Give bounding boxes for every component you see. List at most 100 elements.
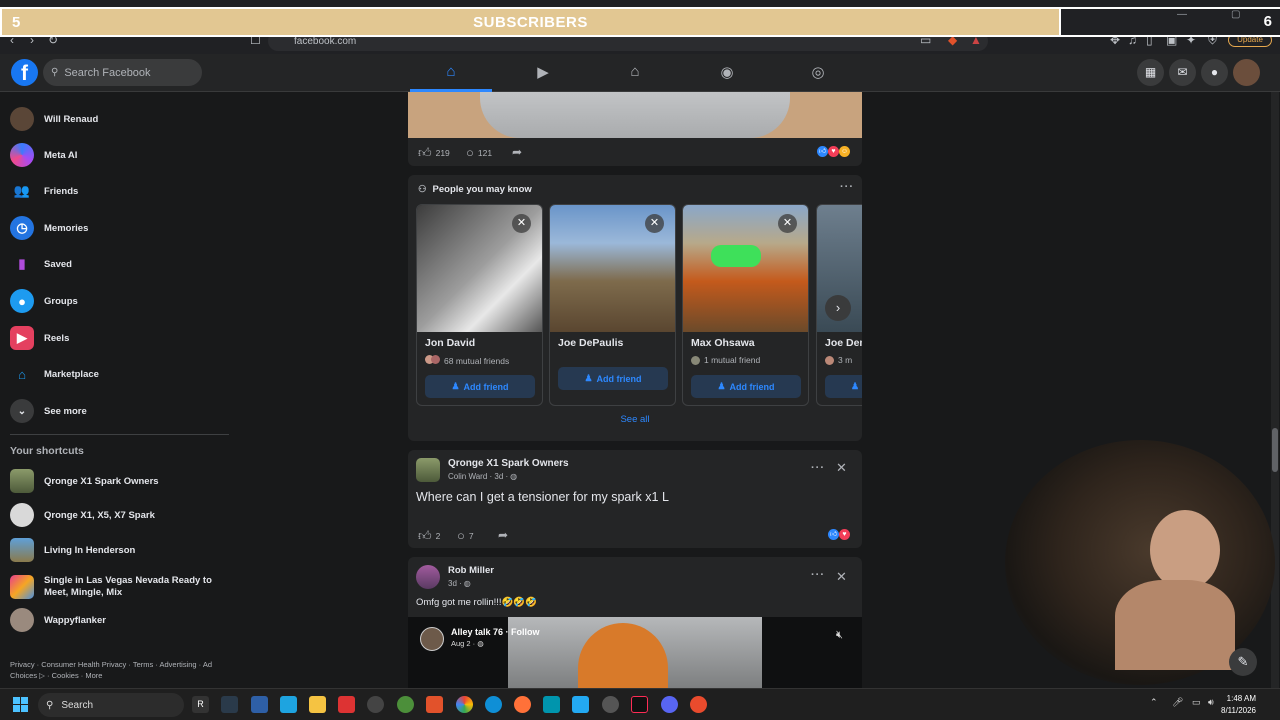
app-icon[interactable]: R [192,696,209,713]
shared-author-avatar[interactable] [420,627,444,651]
app-icon[interactable] [221,696,238,713]
microphone-icon[interactable]: 🎤︎ [1172,697,1183,708]
facebook-logo-icon[interactable]: f [11,59,38,86]
menu-grid-icon[interactable]: ▦ [1137,59,1164,86]
close-icon[interactable]: ✕ [645,214,664,233]
pymk-person-card[interactable]: ✕ Joe DePaulis ♟ Add friend [549,204,676,406]
post-author-name[interactable]: Rob Miller [448,565,494,576]
shared-meta-text: Aug 2 · [451,639,476,648]
taskbar-search[interactable]: ⚲ Search [38,693,184,717]
mute-icon[interactable]: 🔇︎ [836,629,843,642]
facebook-header: f ⚲ Search Facebook ⌂ ▶ ⌂ ◉ ◎ ▦ ✉ ● [0,54,1280,92]
app-icon[interactable] [690,696,707,713]
groups-icon[interactable]: ◉ [717,63,737,83]
windows-start-icon[interactable] [13,697,28,712]
post-group-name[interactable]: Qronge X1 Spark Owners [448,458,569,469]
shortcut-label: Wappyflanker [44,614,106,626]
add-friend-icon: ♟ [850,381,860,391]
close-icon[interactable]: ✕ [836,569,847,585]
comment-button[interactable]: ○ 7 [457,528,474,543]
tiktok-icon[interactable] [631,696,648,713]
video-icon[interactable]: ▶ [533,63,553,83]
app-icon[interactable] [251,696,268,713]
more-options-icon[interactable]: ··· [811,569,825,581]
pymk-person-card[interactable]: ✕ Max Ohsawa 1 mutual friend ♟ Add friend [682,204,809,406]
app-icon[interactable] [602,696,619,713]
tray-chevron-icon[interactable]: ⌃ [1150,697,1158,708]
pymk-person-card[interactable]: › Joe Den 3 m ♟ [816,204,862,406]
messenger-icon[interactable]: ✉ [1169,59,1196,86]
app-icon[interactable] [367,696,384,713]
shortcut-item[interactable]: Qronge X1, X5, X7 Spark [10,501,155,529]
share-icon[interactable]: ➦ [498,528,508,542]
add-friend-button[interactable]: ♟ Add friend [558,367,668,390]
vscode-icon[interactable] [572,696,589,713]
close-icon[interactable]: ✕ [778,214,797,233]
shop-icon: ⌂ [18,366,26,382]
reactions[interactable]: 👍︎ ♥ [828,529,850,540]
shortcut-item[interactable]: Qronge X1 Spark Owners [10,467,159,495]
search-input[interactable]: ⚲ Search Facebook [43,59,202,86]
maximize-icon[interactable]: ▢ [1231,9,1240,20]
sidebar-item-reels[interactable]: ▶ Reels [10,324,69,352]
video-player[interactable]: Alley talk 76 · Follow Aug 2 · ◍ 🔇︎ [408,617,862,688]
sidebar-item-saved[interactable]: ▮ Saved [10,250,72,278]
group-avatar[interactable] [416,458,440,482]
home-icon[interactable]: ⌂ [441,63,461,83]
shared-author-name[interactable]: Alley talk 76 · Follow [451,627,540,637]
person-name: Max Ohsawa [691,337,755,349]
comment-count: 7 [468,530,474,541]
notifications-icon[interactable]: ● [1201,59,1228,86]
like-button[interactable]: 👍︎ 219 [418,145,450,161]
app-icon[interactable] [338,696,355,713]
edge-icon[interactable] [485,696,502,713]
close-icon[interactable]: ✕ [512,214,531,233]
sidebar-item-groups[interactable]: ● Groups [10,287,78,315]
app-icon[interactable] [280,696,297,713]
close-icon[interactable]: ✕ [836,460,847,476]
share-icon[interactable]: ➦ [512,145,522,159]
app-icon[interactable] [543,696,560,713]
author-avatar[interactable] [416,565,440,589]
see-all-link[interactable]: See all [408,414,862,425]
shortcut-item[interactable]: Wappyflanker [10,606,106,634]
scrollbar-thumb[interactable] [1272,428,1278,472]
sidebar-item-profile[interactable]: Will Renaud [10,105,98,133]
sidebar-item-friends[interactable]: 👥 Friends [10,177,78,205]
compose-icon[interactable]: ✎ [1229,648,1257,676]
more-options-icon[interactable]: ··· [811,462,825,474]
add-friend-button[interactable]: ♟ Add friend [425,375,535,398]
file-explorer-icon[interactable] [309,696,326,713]
app-icon[interactable] [397,696,414,713]
chrome-icon[interactable] [456,696,473,713]
like-button[interactable]: 👍︎ 2 [418,528,440,544]
comment-button[interactable]: ○ 121 [466,145,492,160]
gaming-icon[interactable]: ◎ [808,63,828,83]
cap-image [578,623,668,688]
sidebar-item-memories[interactable]: ◷ Memories [10,214,88,242]
add-friend-button[interactable]: ♟ [825,375,862,398]
shortcut-item[interactable]: Living In Henderson [10,536,135,564]
pymk-person-card[interactable]: ✕ Jon David 68 mutual friends ♟ Add frien… [416,204,543,406]
comment-count: 121 [477,147,493,158]
taskbar-clock[interactable]: 1:48 AM 8/11/2026 [1221,693,1256,717]
minimize-icon[interactable]: — [1177,9,1187,20]
scrollbar[interactable] [1271,92,1279,688]
footer-links[interactable]: Privacy · Consumer Health Privacy · Term… [10,659,235,681]
volume-icon[interactable]: 🔊︎ [1208,697,1214,708]
sidebar-divider [10,434,229,435]
add-friend-button[interactable]: ♟ Add friend [691,375,801,398]
marketplace-icon[interactable]: ⌂ [625,63,645,83]
sidebar-item-meta-ai[interactable]: Meta AI [10,141,77,169]
sidebar-item-see-more[interactable]: ⌄ See more [10,397,87,425]
firefox-icon[interactable] [514,696,531,713]
network-icon[interactable]: ▭ [1192,697,1201,708]
sidebar-item-marketplace[interactable]: ⌂ Marketplace [10,360,99,388]
next-arrow-icon[interactable]: › [825,295,851,321]
reactions[interactable]: 👍︎ ♥ ☺ [817,146,850,157]
shortcut-item[interactable]: Single in Las Vegas Nevada Ready to Meet… [10,571,230,603]
profile-avatar[interactable] [1233,59,1260,86]
brave-icon[interactable] [426,696,443,713]
more-options-icon[interactable]: ··· [840,181,854,193]
discord-icon[interactable] [661,696,678,713]
